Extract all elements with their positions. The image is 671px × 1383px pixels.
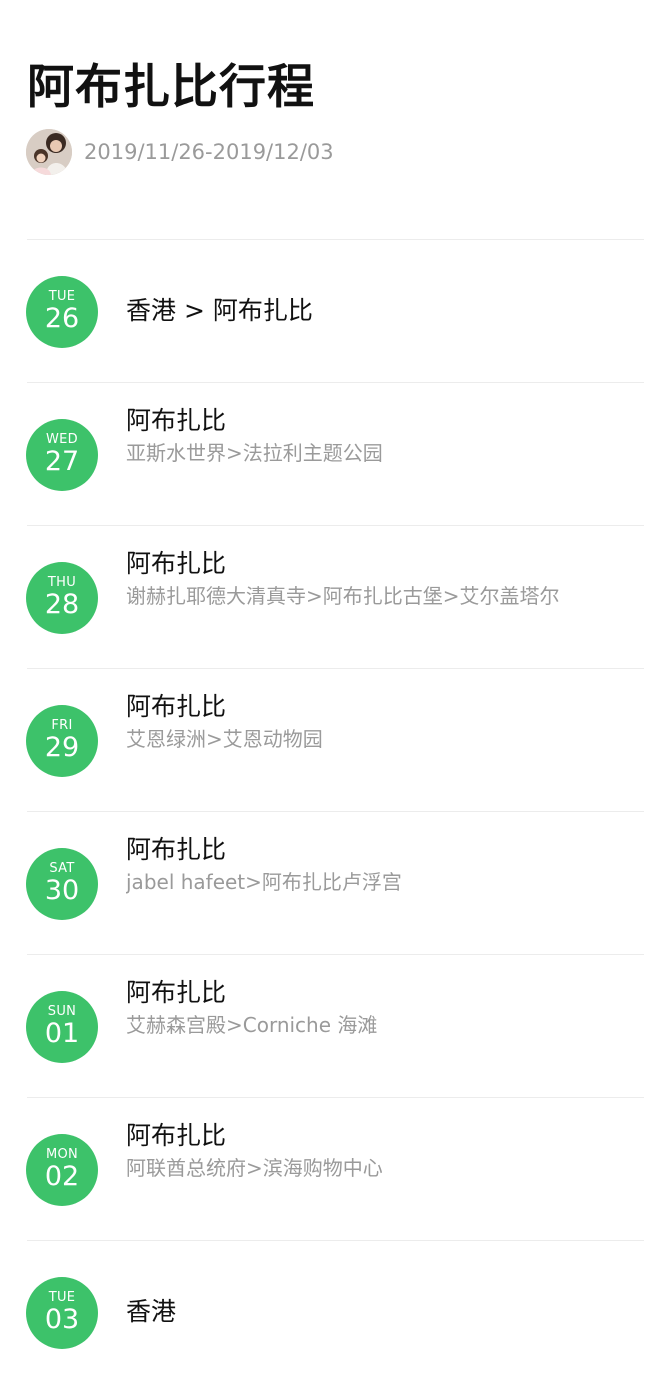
day-item[interactable]: SAT 30 阿布扎比 jabel hafeet>阿布扎比卢浮宫 <box>26 812 644 955</box>
weekday-label: SUN <box>47 1004 77 1019</box>
day-subtitle: 艾赫森宫殿>Corniche 海滩 <box>126 1013 378 1037</box>
day-title: 阿布扎比 <box>126 978 227 1007</box>
day-item[interactable]: MON 02 阿布扎比 阿联酋总统府>滨海购物中心 <box>26 1098 644 1241</box>
date-badge: TUE 03 <box>26 1277 98 1349</box>
day-item[interactable]: WED 27 阿布扎比 亚斯水世界>法拉利主题公园 <box>26 383 644 526</box>
day-number: 01 <box>44 1018 80 1049</box>
date-badge: THU 28 <box>26 562 98 634</box>
day-title: 阿布扎比 <box>126 1121 227 1150</box>
day-number: 29 <box>44 732 80 763</box>
day-number: 27 <box>44 446 80 477</box>
day-subtitle: 艾恩绿洲>艾恩动物园 <box>126 727 323 751</box>
weekday-label: TUE <box>48 289 76 304</box>
date-badge: MON 02 <box>26 1134 98 1206</box>
day-number: 28 <box>44 589 80 620</box>
itinerary-page: 阿布扎比行程 2019/11/26-2019/12/03 TUE 26 香港 >… <box>0 0 671 1383</box>
date-badge: TUE 26 <box>26 276 98 348</box>
day-number: 26 <box>44 303 80 334</box>
weekday-label: MON <box>45 1147 79 1162</box>
date-badge: SUN 01 <box>26 991 98 1063</box>
day-number: 02 <box>44 1161 80 1192</box>
day-text: 阿布扎比 艾赫森宫殿>Corniche 海滩 <box>126 977 644 1040</box>
day-item[interactable]: TUE 03 香港 <box>26 1241 644 1383</box>
day-subtitle: 谢赫扎耶德大清真寺>阿布扎比古堡>艾尔盖塔尔 <box>126 584 560 608</box>
trip-meta: 2019/11/26-2019/12/03 <box>26 128 334 176</box>
day-text: 阿布扎比 jabel hafeet>阿布扎比卢浮宫 <box>126 834 644 897</box>
day-item[interactable]: SUN 01 阿布扎比 艾赫森宫殿>Corniche 海滩 <box>26 955 644 1098</box>
day-item[interactable]: THU 28 阿布扎比 谢赫扎耶德大清真寺>阿布扎比古堡>艾尔盖塔尔 <box>26 526 644 669</box>
user-avatar-icon <box>26 129 72 175</box>
date-range: 2019/11/26-2019/12/03 <box>84 140 334 164</box>
day-title: 阿布扎比 <box>126 406 227 435</box>
date-badge: SAT 30 <box>26 848 98 920</box>
day-title: 阿布扎比 <box>126 692 227 721</box>
date-badge: WED 27 <box>26 419 98 491</box>
day-title: 阿布扎比 <box>126 549 227 578</box>
day-title: 阿布扎比 <box>126 835 227 864</box>
day-text: 香港 > 阿布扎比 <box>126 295 644 327</box>
day-subtitle: 阿联酋总统府>滨海购物中心 <box>126 1156 383 1180</box>
page-title: 阿布扎比行程 <box>27 60 315 115</box>
day-item[interactable]: FRI 29 阿布扎比 艾恩绿洲>艾恩动物园 <box>26 669 644 812</box>
weekday-label: THU <box>47 575 77 590</box>
weekday-label: WED <box>46 432 78 447</box>
day-item[interactable]: TUE 26 香港 > 阿布扎比 <box>26 240 644 383</box>
day-title: 香港 > 阿布扎比 <box>126 296 313 325</box>
weekday-label: SAT <box>49 861 75 876</box>
day-text: 阿布扎比 阿联酋总统府>滨海购物中心 <box>126 1120 644 1183</box>
day-text: 香港 <box>126 1296 644 1328</box>
day-list: TUE 26 香港 > 阿布扎比 WED 27 阿布扎比 亚斯水世界>法拉利主题… <box>0 240 671 1383</box>
day-title: 香港 <box>126 1297 177 1326</box>
weekday-label: FRI <box>51 718 73 733</box>
day-text: 阿布扎比 谢赫扎耶德大清真寺>阿布扎比古堡>艾尔盖塔尔 <box>126 548 644 611</box>
day-text: 阿布扎比 亚斯水世界>法拉利主题公园 <box>126 405 644 468</box>
day-text: 阿布扎比 艾恩绿洲>艾恩动物园 <box>126 691 644 754</box>
day-subtitle: 亚斯水世界>法拉利主题公园 <box>126 441 383 465</box>
day-number: 30 <box>44 875 80 906</box>
day-subtitle: jabel hafeet>阿布扎比卢浮宫 <box>126 870 402 894</box>
weekday-label: TUE <box>48 1290 76 1305</box>
day-number: 03 <box>44 1304 80 1335</box>
avatar[interactable] <box>26 129 72 175</box>
date-badge: FRI 29 <box>26 705 98 777</box>
